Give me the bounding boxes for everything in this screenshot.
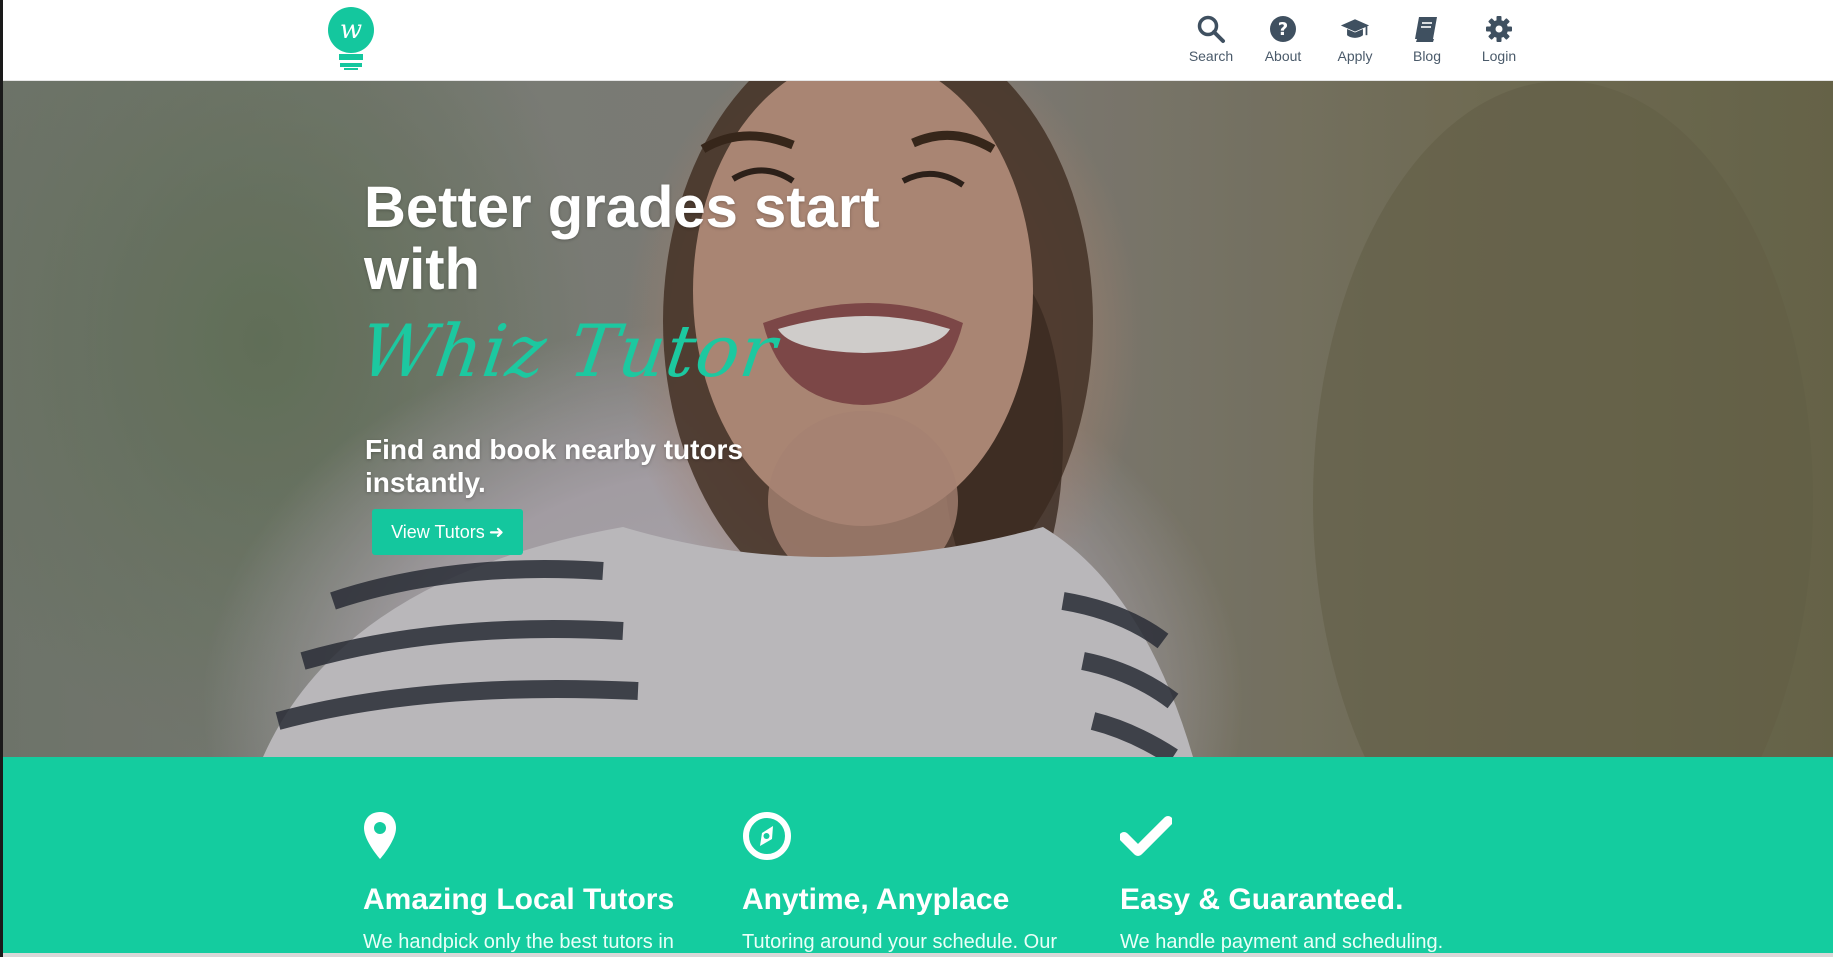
nav-blog[interactable]: Blog [1391,14,1463,64]
lightbulb-logo-icon: w [328,7,374,70]
feature-title: Anytime, Anyplace [742,883,1010,916]
nav-about[interactable]: ? About [1247,14,1319,64]
nav-login[interactable]: Login [1463,14,1535,64]
top-navigation-bar: w Search ? About Apply Blog Login [3,0,1833,81]
nav-apply-label: Apply [1337,48,1373,64]
feature-title: Amazing Local Tutors [363,883,675,916]
view-tutors-button[interactable]: View Tutors ➜ [372,509,523,555]
hero-section: Better grades start with Whiz Tutor Find… [3,81,1833,757]
map-pin-icon [364,812,396,859]
arrow-right-icon: ➜ [488,521,504,542]
svg-text:?: ? [1278,19,1288,40]
question-circle-icon: ? [1270,16,1296,42]
feature-text: Tutoring around your schedule. Our [742,931,1057,953]
nav-blog-label: Blog [1412,48,1442,64]
horizontal-scrollbar[interactable] [3,953,1833,957]
nav-about-label: About [1264,48,1302,64]
checkmark-icon [1120,816,1172,856]
feature-text: We handle payment and scheduling. [1120,931,1444,953]
nav-apply[interactable]: Apply [1319,14,1391,64]
main-nav: Search ? About Apply Blog Login [1175,14,1535,64]
compass-icon [743,812,791,860]
hero-overlay [3,81,1833,757]
page: w Search ? About Apply Blog Login Better… [0,0,1833,957]
graduation-cap-icon [1340,19,1370,38]
nav-login-label: Login [1481,48,1517,64]
gear-icon [1486,16,1512,42]
whiz-logo[interactable]: w [325,6,377,70]
svg-text:w: w [340,15,362,45]
search-icon [1197,15,1225,43]
nav-search-label: Search [1188,48,1234,64]
feature-text: We handpick only the best tutors in [363,931,674,953]
hero-title: Better grades start with [364,175,880,302]
nav-search[interactable]: Search [1175,14,1247,64]
features-section: Amazing Local Tutors We handpick only th… [3,757,1833,957]
view-tutors-label: View Tutors [391,521,485,542]
hero-brand-name: Whiz Tutor [355,309,783,393]
feature-title: Easy & Guaranteed. [1120,883,1404,916]
hero-subtitle: Find and book nearby tutors instantly. [365,434,744,498]
book-icon [1415,17,1437,42]
